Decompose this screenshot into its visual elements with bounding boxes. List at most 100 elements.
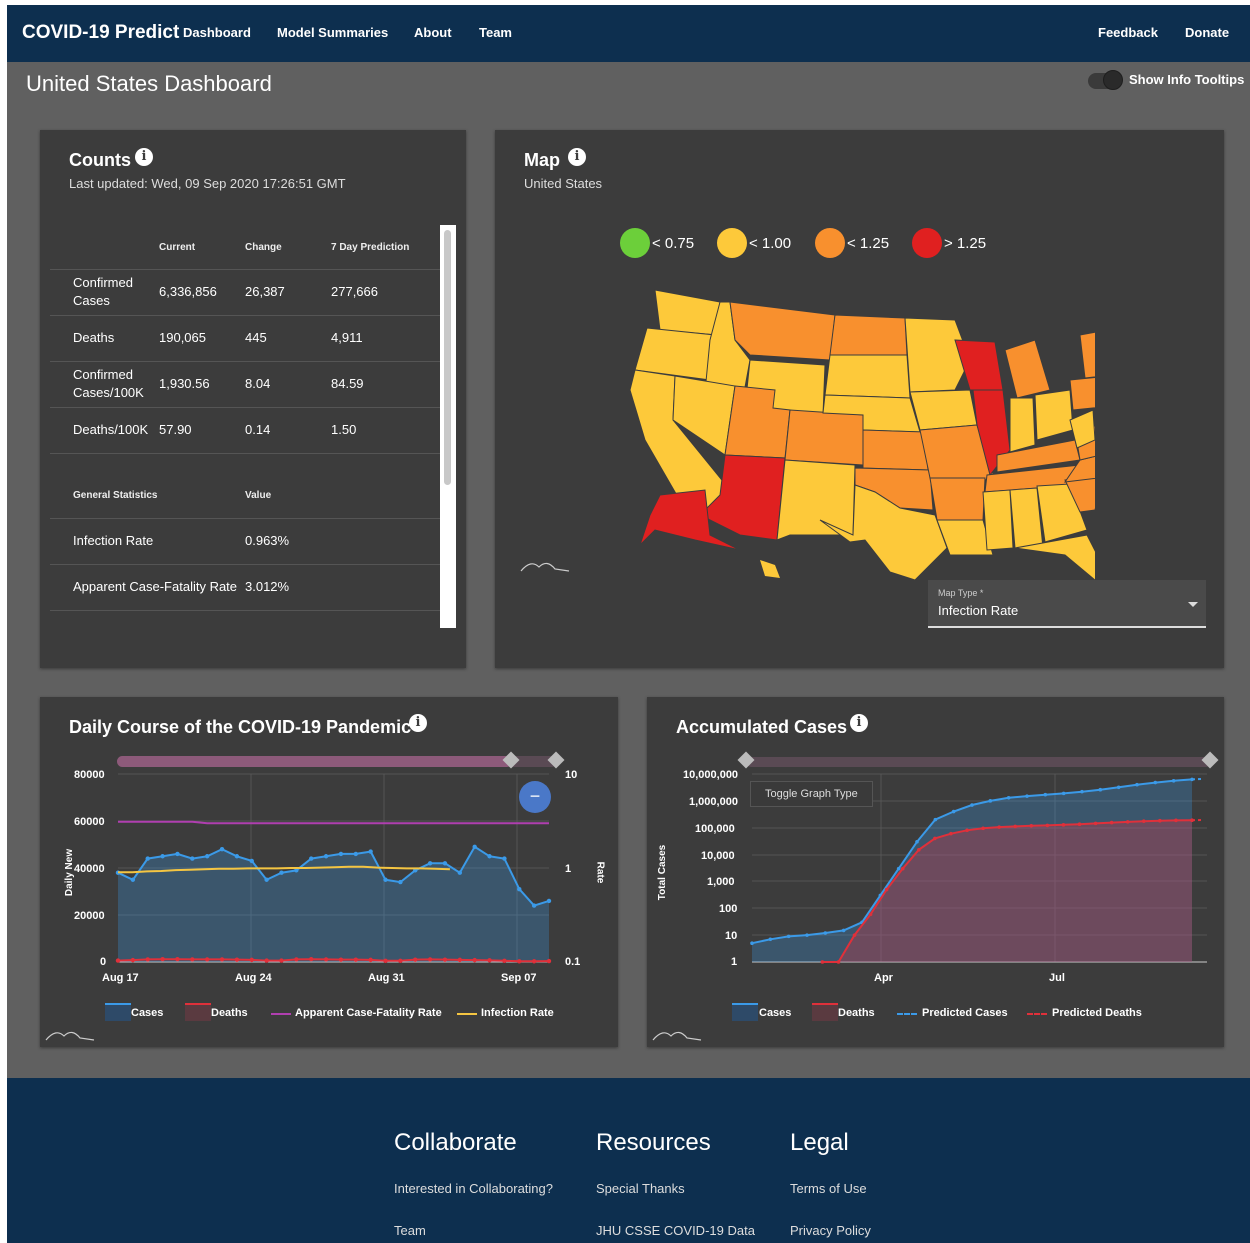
wave-logo-icon	[520, 562, 570, 572]
row-divider	[50, 407, 440, 408]
accum-cases-point	[1061, 791, 1066, 796]
nav-donate[interactable]: Donate	[1185, 25, 1229, 40]
legend-swatch-accum-deaths[interactable]	[812, 1003, 838, 1021]
legend-swatch-deaths[interactable]	[185, 1003, 211, 1021]
deaths-point	[175, 956, 180, 962]
state-kansas	[862, 429, 929, 471]
tooltip-toggle-knob[interactable]	[1103, 70, 1123, 90]
accum-deaths-point	[949, 831, 953, 836]
footer: Collaborate Interested in Collaborating?…	[7, 1078, 1250, 1243]
legend-cfr[interactable]: Apparent Case-Fatality Rate	[295, 1007, 442, 1019]
nav-about[interactable]: About	[414, 25, 452, 40]
footer-link-collaborating[interactable]: Interested in Collaborating?	[394, 1181, 553, 1196]
wave-logo-icon	[652, 1031, 702, 1041]
cases-point	[234, 854, 240, 859]
toggle-graph-type-button[interactable]: Toggle Graph Type	[750, 781, 873, 807]
cases-point	[130, 877, 136, 882]
cell-confirmed-prediction: 277,666	[331, 284, 378, 299]
legend-cases[interactable]: Cases	[131, 1007, 163, 1019]
footer-link-privacy[interactable]: Privacy Policy	[790, 1223, 871, 1238]
legend-predicted-deaths[interactable]: Predicted Deaths	[1052, 1007, 1142, 1019]
daily-y-tick: 60000	[74, 816, 105, 828]
row-label-confirmed: Confirmed Cases	[73, 275, 133, 308]
counts-scrollbar-thumb[interactable]	[444, 230, 451, 485]
counts-info-icon[interactable]: i	[135, 148, 153, 166]
cell-cfr-value: 3.012%	[245, 579, 290, 594]
deaths-point	[427, 957, 433, 962]
deaths-point	[294, 957, 299, 962]
zoom-out-button[interactable]: −	[519, 781, 551, 813]
daily-x-tick: Sep 07	[501, 972, 537, 984]
footer-link-jhu-data[interactable]: JHU CSSE COVID-19 Data	[596, 1223, 755, 1238]
accum-deaths-point	[1077, 822, 1082, 827]
footer-link-special-thanks[interactable]: Special Thanks	[596, 1181, 685, 1196]
nav-team[interactable]: Team	[479, 25, 512, 40]
col-value: Value	[245, 490, 272, 501]
top-navbar: COVID-19 Predict Dashboard Model Summari…	[7, 5, 1250, 62]
map-info-icon[interactable]: i	[568, 148, 586, 166]
legend-predicted-cases[interactable]: Predicted Cases	[922, 1007, 1008, 1019]
accum-cases-point	[1025, 794, 1029, 798]
brand-logo[interactable]: COVID-19 Predict	[22, 22, 179, 44]
map-type-select[interactable]: Map Type * Infection Rate	[928, 580, 1206, 628]
footer-legal-title: Legal	[790, 1129, 849, 1156]
predicted-cases-line	[1191, 777, 1205, 781]
map-title: Map	[524, 150, 560, 170]
legend-swatch-cases[interactable]	[105, 1003, 131, 1021]
counts-updated: Last updated: Wed, 09 Sep 2020 17:26:51 …	[69, 176, 346, 191]
cases-point	[517, 886, 522, 892]
accum-x-tick: Apr	[874, 972, 893, 984]
accum-cases-point	[1135, 782, 1139, 787]
legend-line-predicted-deaths[interactable]	[1027, 1013, 1047, 1015]
legend-line-cfr[interactable]	[271, 1013, 291, 1015]
nav-dashboard[interactable]: Dashboard	[183, 25, 251, 40]
footer-link-terms[interactable]: Terms of Use	[790, 1181, 867, 1196]
legend-accum-cases[interactable]: Cases	[759, 1007, 791, 1019]
cases-point	[442, 861, 448, 866]
accum-cases-point	[1043, 792, 1048, 797]
daily-chart[interactable]	[40, 697, 618, 1047]
legend-line-infection-rate[interactable]	[457, 1013, 477, 1015]
accum-cases-point	[951, 809, 956, 814]
deaths-point	[323, 957, 329, 962]
accum-deaths-point	[868, 912, 873, 917]
accum-chart[interactable]	[647, 697, 1224, 1047]
us-map[interactable]	[625, 280, 1095, 580]
accum-cases-point	[1153, 780, 1158, 785]
legend-accum-deaths[interactable]: Deaths	[838, 1007, 875, 1019]
deaths-point	[249, 957, 254, 963]
accum-deaths-point	[1029, 823, 1034, 828]
accum-deaths-point	[1093, 821, 1098, 826]
accum-cases-point	[1080, 789, 1084, 794]
legend-deaths[interactable]: Deaths	[211, 1007, 248, 1019]
cases-point	[175, 851, 180, 857]
cell-cases-100k-current: 1,930.56	[159, 376, 210, 391]
accum-cases-point	[988, 799, 993, 803]
chevron-down-icon	[1188, 602, 1198, 607]
legend-infection-rate[interactable]: Infection Rate	[481, 1007, 554, 1019]
footer-link-team[interactable]: Team	[394, 1223, 426, 1238]
legend-swatch-accum-cases[interactable]	[732, 1003, 758, 1021]
row-label-cases-100k: Confirmed Cases/100K	[73, 367, 144, 400]
accum-cases-point	[1006, 795, 1011, 800]
cases-point	[531, 903, 537, 908]
accum-deaths-point	[836, 960, 841, 964]
state-wisconsin	[954, 339, 1004, 391]
nav-feedback[interactable]: Feedback	[1098, 25, 1158, 40]
cases-point	[472, 844, 477, 850]
cases-point	[398, 879, 403, 885]
cell-confirmed-current: 6,336,856	[159, 284, 217, 299]
col-current: Current	[159, 242, 196, 253]
cases-area	[118, 846, 549, 962]
deaths-point	[531, 959, 537, 964]
accum-cases-point	[1098, 787, 1103, 792]
counts-table[interactable]: Current Change 7 Day Prediction Confirme…	[50, 225, 455, 627]
legend-line-predicted-cases[interactable]	[897, 1013, 917, 1015]
counts-card: Counts i Last updated: Wed, 09 Sep 2020 …	[40, 130, 466, 668]
accum-deaths-area	[822, 820, 1192, 962]
cell-deaths-100k-change: 0.14	[245, 422, 271, 437]
accum-cases-point	[1171, 778, 1176, 783]
nav-model-summaries[interactable]: Model Summaries	[277, 25, 388, 40]
accum-x-tick: Jul	[1049, 972, 1065, 984]
accum-cases-point	[933, 817, 938, 822]
